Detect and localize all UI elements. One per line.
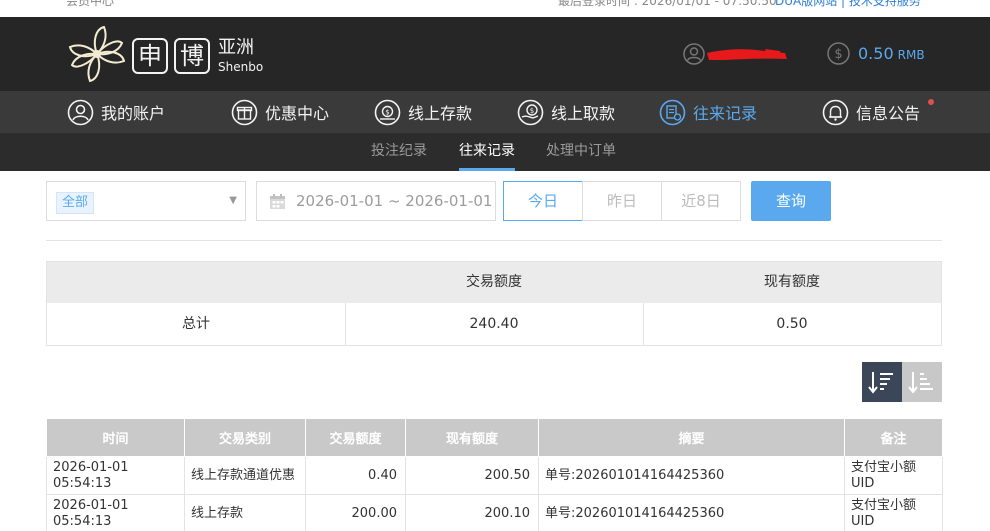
account-balance: 0.50 RMB — [858, 44, 925, 63]
segment-yesterday[interactable]: 昨日 — [582, 181, 662, 221]
sort-asc-button[interactable] — [902, 362, 942, 402]
records-header-row: 时间 交易类别 交易额度 现有额度 摘要 备注 — [46, 418, 943, 457]
cell-summary: 单号:202601014164425360 — [538, 456, 845, 495]
nav-label: 信息公告 — [856, 104, 921, 123]
nav-label: 线上存款 — [408, 104, 473, 123]
last-login-time: 最后登录时间 : 2026/01/01 - 07:50:50 — [558, 0, 777, 8]
member-center-label: 会员中心 — [66, 0, 115, 8]
col-header-remark[interactable]: 备注 — [844, 418, 943, 457]
site-header: 申 博 亚洲 Shenbo $ 0.50 RMB — [0, 17, 990, 91]
user-icon[interactable] — [683, 43, 705, 65]
records-icon — [659, 99, 686, 125]
tab-bet-records[interactable]: 投注纪录 — [371, 133, 427, 171]
nav-item-transaction-records[interactable]: 往来记录 — [659, 91, 757, 133]
nav-item-promotions[interactable]: 优惠中心 — [231, 91, 329, 133]
cell-type: 线上存款通道优惠 — [184, 456, 306, 495]
cell-remark: 支付宝小额UID — [844, 494, 943, 531]
records-table: 时间 交易类别 交易额度 现有额度 摘要 备注 2026-01-01 05:54… — [46, 418, 943, 531]
cell-balance: 200.50 — [405, 456, 539, 495]
table-row: 2026-01-01 05:54:13 线上存款 200.00 200.10 单… — [46, 494, 943, 531]
brand-char-box-2: 博 — [174, 38, 210, 74]
summary-total-balance: 0.50 — [776, 316, 808, 332]
top-links[interactable]: DUA版网站 | 技术支持服务 — [775, 0, 921, 9]
main-nav: 我的账户 优惠中心 $ 线上存款 $ 线上取款 往来记录 信息公告 — [0, 91, 990, 133]
col-header-time[interactable]: 时间 — [46, 418, 185, 457]
cell-time: 2026-01-01 05:54:13 — [46, 456, 185, 495]
cell-type: 线上存款 — [184, 494, 306, 531]
date-range-text: 2026-01-01 ~ 2026-01-01 — [296, 192, 493, 210]
top-link-2[interactable]: 技术支持服务 — [849, 0, 921, 8]
sort-desc-icon — [868, 372, 893, 394]
nav-item-announcements[interactable]: 信息公告 — [822, 91, 920, 133]
summary-header-blank — [47, 262, 345, 303]
balance-currency: RMB — [897, 48, 925, 62]
table-row: 2026-01-01 05:54:13 线上存款通道优惠 0.40 200.50… — [46, 456, 943, 495]
summary-table: 交易额度 现有额度 总计 240.40 0.50 — [46, 261, 942, 346]
flower-logo-icon — [68, 25, 126, 83]
brand-cn-text: 亚洲 — [218, 37, 254, 58]
nav-item-online-deposit[interactable]: $ 线上存款 — [374, 91, 472, 133]
withdraw-icon: $ — [517, 99, 544, 125]
svg-text:$: $ — [530, 107, 534, 115]
cell-amount: 200.00 — [305, 494, 406, 531]
svg-text:$: $ — [385, 108, 389, 116]
cell-time: 2026-01-01 05:54:13 — [46, 494, 185, 531]
col-header-balance[interactable]: 现有额度 — [405, 418, 539, 457]
nav-label: 我的账户 — [101, 104, 166, 123]
summary-total-label: 总计 — [182, 316, 210, 332]
notification-dot — [928, 99, 934, 105]
segment-today[interactable]: 今日 — [503, 181, 583, 221]
gift-icon — [231, 99, 258, 125]
user-circle-icon — [67, 99, 94, 125]
sort-desc-button[interactable] — [862, 362, 902, 402]
col-header-type[interactable]: 交易类别 — [184, 418, 306, 457]
brand-char-box-1: 申 — [132, 38, 168, 74]
transaction-type-select[interactable]: 全部 ▼ — [46, 181, 246, 221]
cell-balance: 200.10 — [405, 494, 539, 531]
bell-icon — [822, 99, 849, 125]
top-strip: 会员中心 最后登录时间 : 2026/01/01 - 07:50:50 DUA版… — [0, 0, 990, 17]
tab-pending-orders[interactable]: 处理中订单 — [546, 133, 616, 171]
nav-label: 优惠中心 — [265, 104, 330, 123]
svg-text:$: $ — [834, 47, 842, 62]
summary-header-transaction-amount: 交易额度 — [466, 274, 522, 290]
sort-asc-icon — [908, 372, 933, 394]
cell-summary: 单号:202601014164425360 — [538, 494, 845, 531]
summary-header-current-balance: 现有额度 — [764, 274, 820, 290]
date-range-input[interactable]: 2026-01-01 ~ 2026-01-01 — [256, 181, 496, 221]
cell-amount: 0.40 — [305, 456, 406, 495]
nav-item-my-account[interactable]: 我的账户 — [67, 91, 165, 133]
caret-down-icon: ▼ — [229, 195, 237, 206]
cell-remark: 支付宝小额UID — [844, 456, 943, 495]
selected-type-tag: 全部 — [56, 192, 95, 214]
calendar-icon — [270, 194, 285, 209]
summary-total-transaction: 240.40 — [469, 316, 519, 332]
nav-item-online-withdraw[interactable]: $ 线上取款 — [517, 91, 615, 133]
brand-en-text: Shenbo — [218, 60, 264, 74]
balance-amount: 0.50 — [858, 44, 894, 63]
col-header-amount[interactable]: 交易额度 — [305, 418, 406, 457]
sub-nav: 投注纪录 往来记录 处理中订单 — [0, 133, 990, 171]
top-link-1[interactable]: DUA版网站 — [775, 0, 837, 8]
redacted-username — [707, 49, 787, 60]
deposit-icon: $ — [374, 99, 401, 125]
nav-label: 线上取款 — [551, 104, 616, 123]
col-header-summary[interactable]: 摘要 — [538, 418, 845, 457]
nav-label: 往来记录 — [693, 104, 758, 123]
divider — [46, 240, 942, 241]
tab-transaction-records[interactable]: 往来记录 — [459, 133, 515, 171]
coin-icon: $ — [827, 42, 850, 65]
site-logo[interactable]: 申 博 亚洲 Shenbo — [66, 25, 266, 83]
segment-last-8-days[interactable]: 近8日 — [661, 181, 741, 221]
query-button[interactable]: 查询 — [751, 181, 831, 221]
